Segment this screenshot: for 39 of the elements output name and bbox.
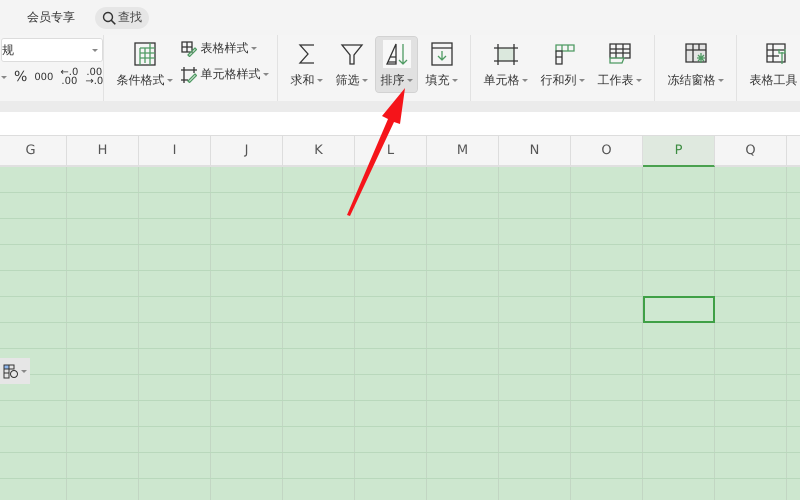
column-header[interactable]: N bbox=[499, 136, 571, 167]
percent-button[interactable]: % bbox=[14, 72, 28, 82]
formula-bar[interactable] bbox=[0, 112, 800, 136]
column-header[interactable]: H bbox=[67, 136, 139, 167]
search-button[interactable]: 查找 bbox=[95, 6, 149, 28]
selected-cell[interactable] bbox=[643, 296, 715, 323]
ribbon-button[interactable]: 排序 bbox=[376, 37, 418, 92]
ribbon-button[interactable]: 表格样式 bbox=[181, 38, 270, 59]
search-icon bbox=[102, 10, 116, 24]
menu-tab[interactable]: 会员专享 bbox=[27, 9, 75, 26]
ribbon-button[interactable]: 单元格 bbox=[479, 37, 532, 92]
ribbon-button[interactable]: 冻结窗格 bbox=[663, 37, 728, 92]
paste-options-button[interactable] bbox=[0, 358, 30, 384]
ribbon-button[interactable]: 筛选 bbox=[331, 37, 372, 92]
table-icon bbox=[3, 363, 18, 379]
ribbon-button[interactable]: 行和列 bbox=[536, 37, 590, 92]
ribbon-button[interactable]: 单元格样式 bbox=[181, 64, 270, 85]
cell-brush-icon bbox=[181, 66, 198, 82]
column-header[interactable]: K bbox=[283, 136, 355, 167]
number-format-dropdown[interactable]: 规 bbox=[1, 38, 104, 62]
column-header[interactable]: Q bbox=[715, 136, 787, 167]
ribbon-button[interactable]: 填充 bbox=[421, 37, 462, 92]
column-header[interactable]: O bbox=[571, 136, 643, 167]
column-header[interactable]: M bbox=[427, 136, 499, 167]
column-header[interactable]: G bbox=[0, 136, 67, 167]
ribbon-button[interactable]: 求和 bbox=[286, 37, 328, 92]
number-format-button[interactable]: 000 bbox=[34, 72, 54, 82]
ribbon-button[interactable]: 工作表 bbox=[593, 37, 646, 92]
caret-icon bbox=[21, 370, 27, 372]
column-header[interactable]: I bbox=[139, 136, 211, 167]
number-format-button[interactable]: ←.0 .00 bbox=[60, 68, 78, 86]
ribbon-button[interactable]: 条件格式 bbox=[112, 37, 178, 92]
column-header[interactable]: L bbox=[355, 136, 427, 167]
number-format-button[interactable]: .00 →.0 bbox=[85, 68, 104, 86]
ribbon-button[interactable]: 表格工具 bbox=[745, 37, 800, 92]
column-header[interactable]: J bbox=[211, 136, 283, 167]
table-brush-icon bbox=[181, 40, 198, 56]
caret-icon bbox=[92, 48, 98, 52]
caret-icon bbox=[1, 76, 7, 78]
